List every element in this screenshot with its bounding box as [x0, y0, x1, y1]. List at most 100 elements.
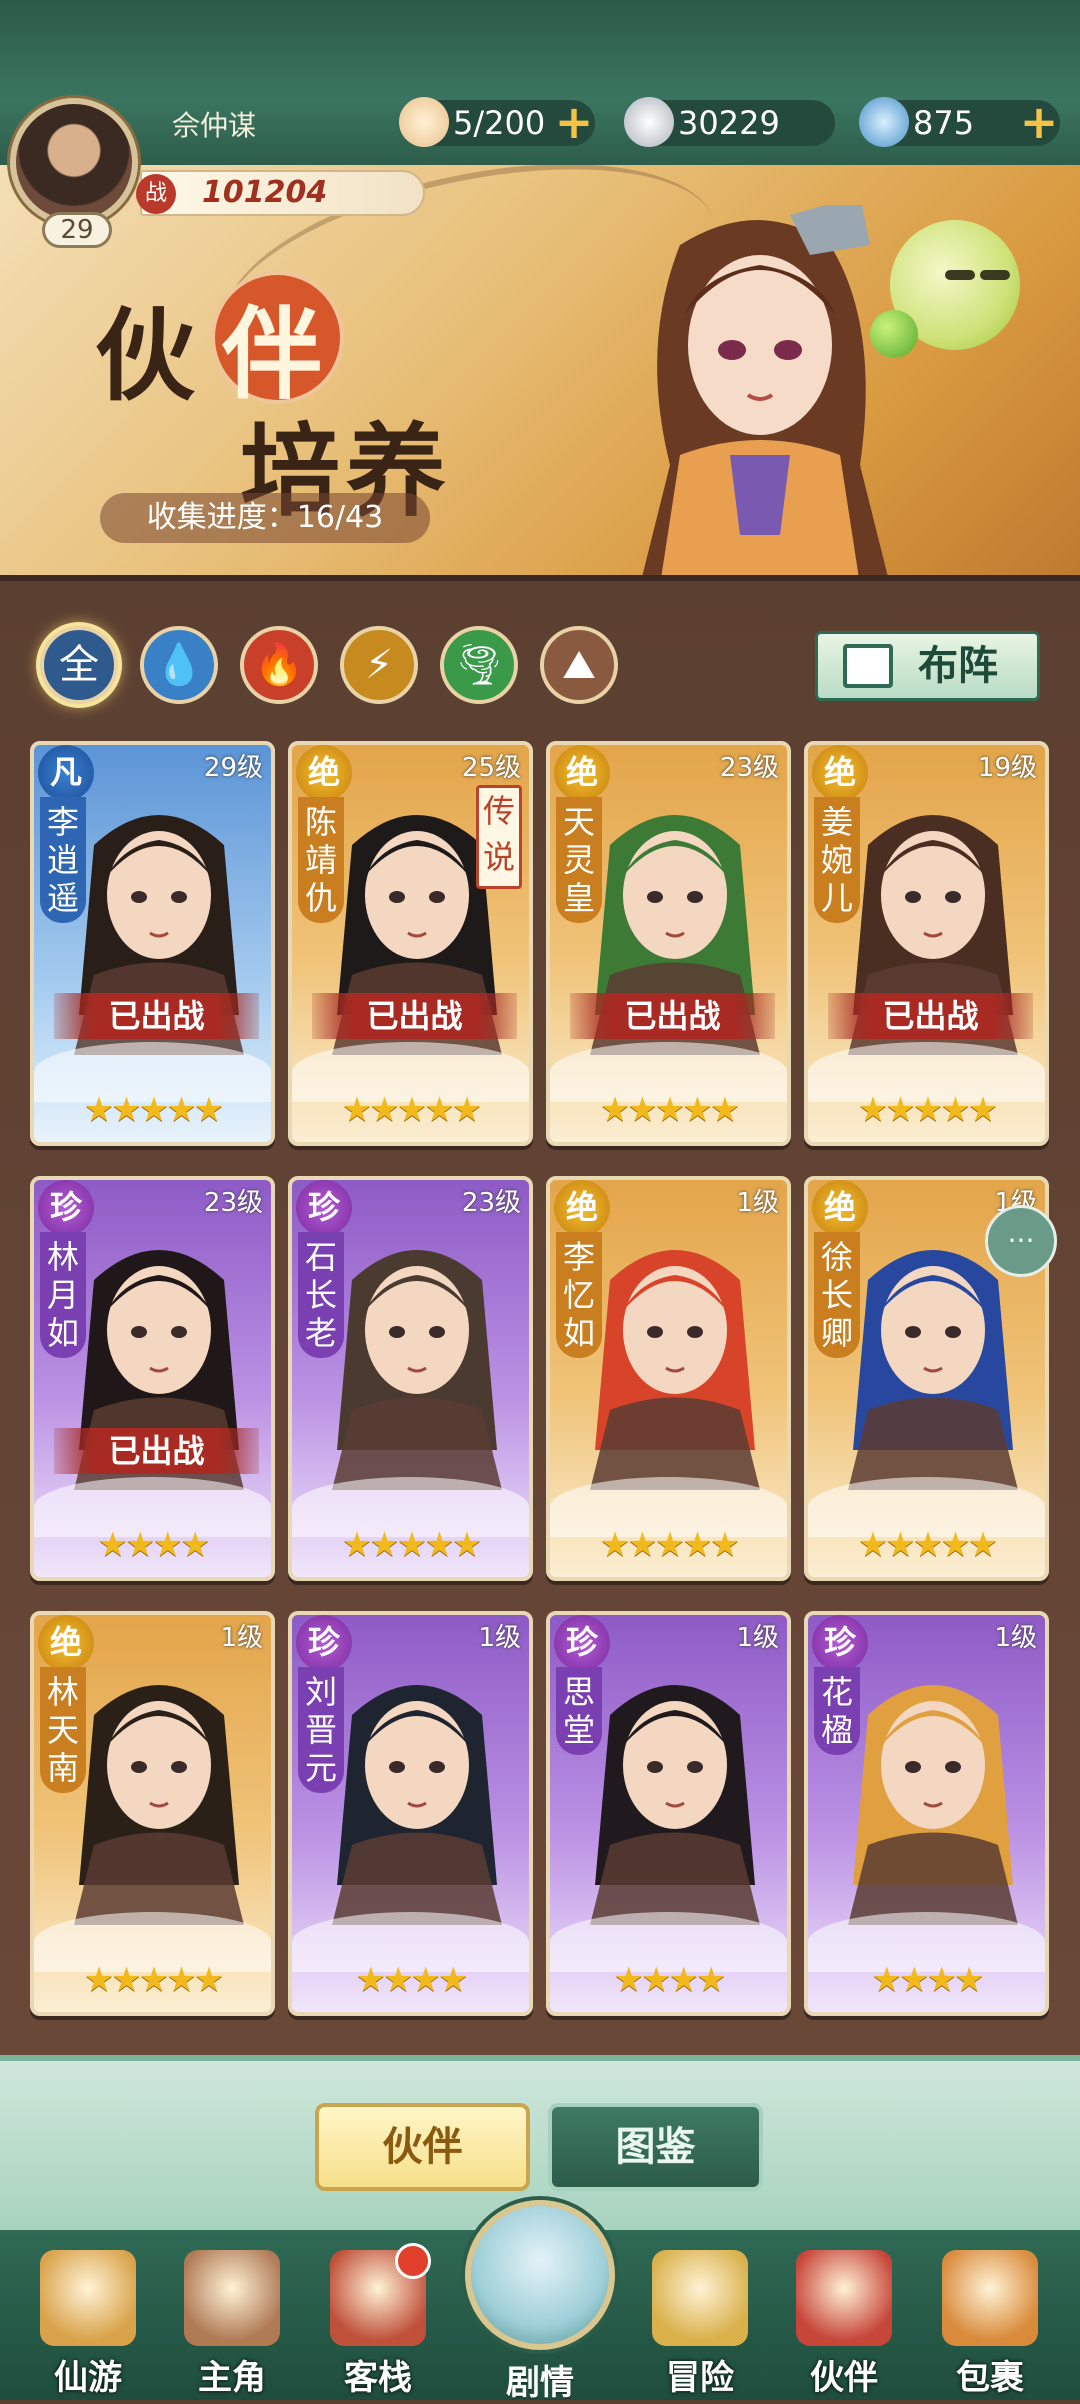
- partner-level: 25级: [461, 753, 521, 783]
- rarity-badge: 绝: [38, 1615, 94, 1671]
- chat-bubble-icon[interactable]: ···: [985, 1205, 1057, 1277]
- partner-level: 23级: [461, 1188, 521, 1218]
- partner-card[interactable]: 绝 1级林天南 ★★★★★: [30, 1611, 275, 2016]
- filter-thunder[interactable]: ⚡: [340, 626, 418, 704]
- nav-item[interactable]: 伙伴: [784, 2250, 904, 2400]
- partner-card[interactable]: 绝 25级陈靖仇传说已出战 ★★★★★: [288, 741, 533, 1146]
- partner-icon: [796, 2250, 892, 2346]
- filter-all[interactable]: 全: [40, 626, 118, 704]
- spirit-swirl-icon: [859, 97, 909, 147]
- filter-fire[interactable]: 🔥: [240, 626, 318, 704]
- story-icon[interactable]: [465, 2200, 615, 2350]
- star-icon: ★: [940, 1090, 971, 1130]
- partner-card[interactable]: 珍 1级刘晋元 ★★★★: [288, 1611, 533, 2016]
- star-icon: ★: [451, 1525, 483, 1565]
- partner-card[interactable]: 绝 1级李忆如 ★★★★★: [546, 1176, 791, 1581]
- star-icon: ★: [369, 1090, 400, 1130]
- filter-earth[interactable]: ⛰: [540, 626, 618, 704]
- power-bar: 战 101204: [136, 170, 425, 216]
- add-spirit-button[interactable]: +: [1014, 98, 1064, 148]
- partner-card[interactable]: 珍 23级林月如已出战 ★★★★: [30, 1176, 275, 1581]
- nav-label-story[interactable]: 剧情: [465, 2355, 615, 2404]
- partner-name: 思堂: [556, 1667, 602, 1755]
- star-rating: ★★★★★: [550, 1525, 787, 1565]
- add-bun-button[interactable]: +: [549, 98, 599, 148]
- rarity-badge: 珍: [296, 1615, 352, 1671]
- top-bar: 佘仲谋 5/200 + 30229 875 +: [0, 0, 1080, 165]
- star-rating: ★★★★★: [808, 1090, 1045, 1130]
- earth-icon: ⛰: [562, 642, 596, 688]
- filter-wind[interactable]: 🌪: [440, 626, 518, 704]
- star-icon: ★: [599, 1525, 631, 1565]
- star-icon: ★: [857, 1525, 889, 1565]
- star-rating: ★★★★★: [34, 1960, 271, 2000]
- partner-card[interactable]: 珍 23级石长老 ★★★★★: [288, 1176, 533, 1581]
- partner-name: 徐长卿: [814, 1232, 860, 1358]
- nav-item[interactable]: 主角: [172, 2250, 292, 2400]
- star-rating: ★★★★★: [292, 1090, 529, 1130]
- rarity-badge: 绝: [554, 745, 610, 801]
- partner-level: 29级: [203, 753, 263, 783]
- deployed-label: 已出战: [828, 993, 1033, 1039]
- resource-coin[interactable]: 30229: [624, 97, 835, 147]
- thunder-icon: ⚡: [364, 642, 394, 688]
- partner-card[interactable]: 珍 1级花楹 ★★★★: [804, 1611, 1049, 2016]
- deployed-label: 已出战: [54, 993, 259, 1039]
- partner-card[interactable]: 珍 1级思堂 ★★★★: [546, 1611, 791, 2016]
- star-icon: ★: [193, 1960, 225, 2000]
- tab-partner[interactable]: 伙伴: [315, 2103, 530, 2191]
- resource-bun[interactable]: 5/200 +: [399, 97, 595, 147]
- nav-item[interactable]: 包裹: [930, 2250, 1050, 2400]
- rarity-badge: 绝: [296, 745, 352, 801]
- nav-item[interactable]: 仙游: [28, 2250, 148, 2400]
- spirit-value: 875: [913, 104, 975, 142]
- battle-power-icon: 战: [136, 174, 176, 214]
- nav-label: 包裹: [956, 2358, 1024, 2398]
- star-icon: ★: [193, 1090, 225, 1130]
- partner-name: 花楹: [814, 1667, 860, 1755]
- resource-spirit[interactable]: 875 +: [859, 97, 1060, 147]
- partner-level: 1级: [736, 1623, 779, 1653]
- formation-label: 布阵: [918, 643, 998, 689]
- nav-label: 主角: [198, 2358, 266, 2398]
- legend-tag: 传说: [476, 785, 522, 889]
- player-name: 佘仲谋: [172, 109, 257, 142]
- rarity-badge: 珍: [812, 1615, 868, 1671]
- star-icon: ★: [341, 1090, 373, 1130]
- nav-item[interactable]: 冒险: [640, 2250, 760, 2400]
- formation-button[interactable]: 布阵: [815, 631, 1040, 701]
- star-icon: ★: [424, 1090, 455, 1130]
- partner-card[interactable]: 绝 19级姜婉儿已出战 ★★★★★: [804, 741, 1049, 1146]
- star-icon: ★: [627, 1525, 658, 1565]
- water-icon: 💧: [154, 642, 204, 688]
- star-icon: ★: [695, 1960, 727, 2000]
- star-rating: ★★★★★: [550, 1090, 787, 1130]
- partner-name: 天灵皇: [556, 797, 602, 923]
- star-icon: ★: [437, 1960, 469, 2000]
- star-icon: ★: [885, 1090, 916, 1130]
- filter-water[interactable]: 💧: [140, 626, 218, 704]
- formation-icon: [843, 644, 893, 688]
- partner-card[interactable]: 凡 29级李逍遥已出战 ★★★★★: [30, 741, 275, 1146]
- star-icon: ★: [682, 1090, 713, 1130]
- star-icon: ★: [654, 1525, 686, 1565]
- rarity-badge: 珍: [554, 1615, 610, 1671]
- fire-icon: 🔥: [254, 642, 304, 688]
- coin-value: 30229: [678, 104, 780, 142]
- star-icon: ★: [383, 1960, 414, 2000]
- star-icon: ★: [166, 1090, 197, 1130]
- star-icon: ★: [396, 1525, 428, 1565]
- star-icon: ★: [111, 1090, 142, 1130]
- nav-label: 客栈: [344, 2358, 412, 2398]
- partner-panel: 全 💧 🔥 ⚡ 🌪 ⛰ 布阵 凡 29级李逍遥已出战 ★★★★★ 绝 25级陈靖仇传说已…: [0, 575, 1080, 2055]
- star-icon: ★: [613, 1960, 645, 2000]
- star-icon: ★: [355, 1960, 387, 2000]
- deployed-label: 已出战: [312, 993, 517, 1039]
- star-icon: ★: [682, 1525, 713, 1565]
- star-rating: ★★★★★: [34, 1090, 271, 1130]
- hero-icon: [184, 2250, 280, 2346]
- partner-card[interactable]: 绝 23级天灵皇已出战 ★★★★★: [546, 741, 791, 1146]
- avatar[interactable]: [10, 98, 138, 226]
- tab-codex[interactable]: 图鉴: [548, 2103, 763, 2191]
- bun-icon: [399, 97, 449, 147]
